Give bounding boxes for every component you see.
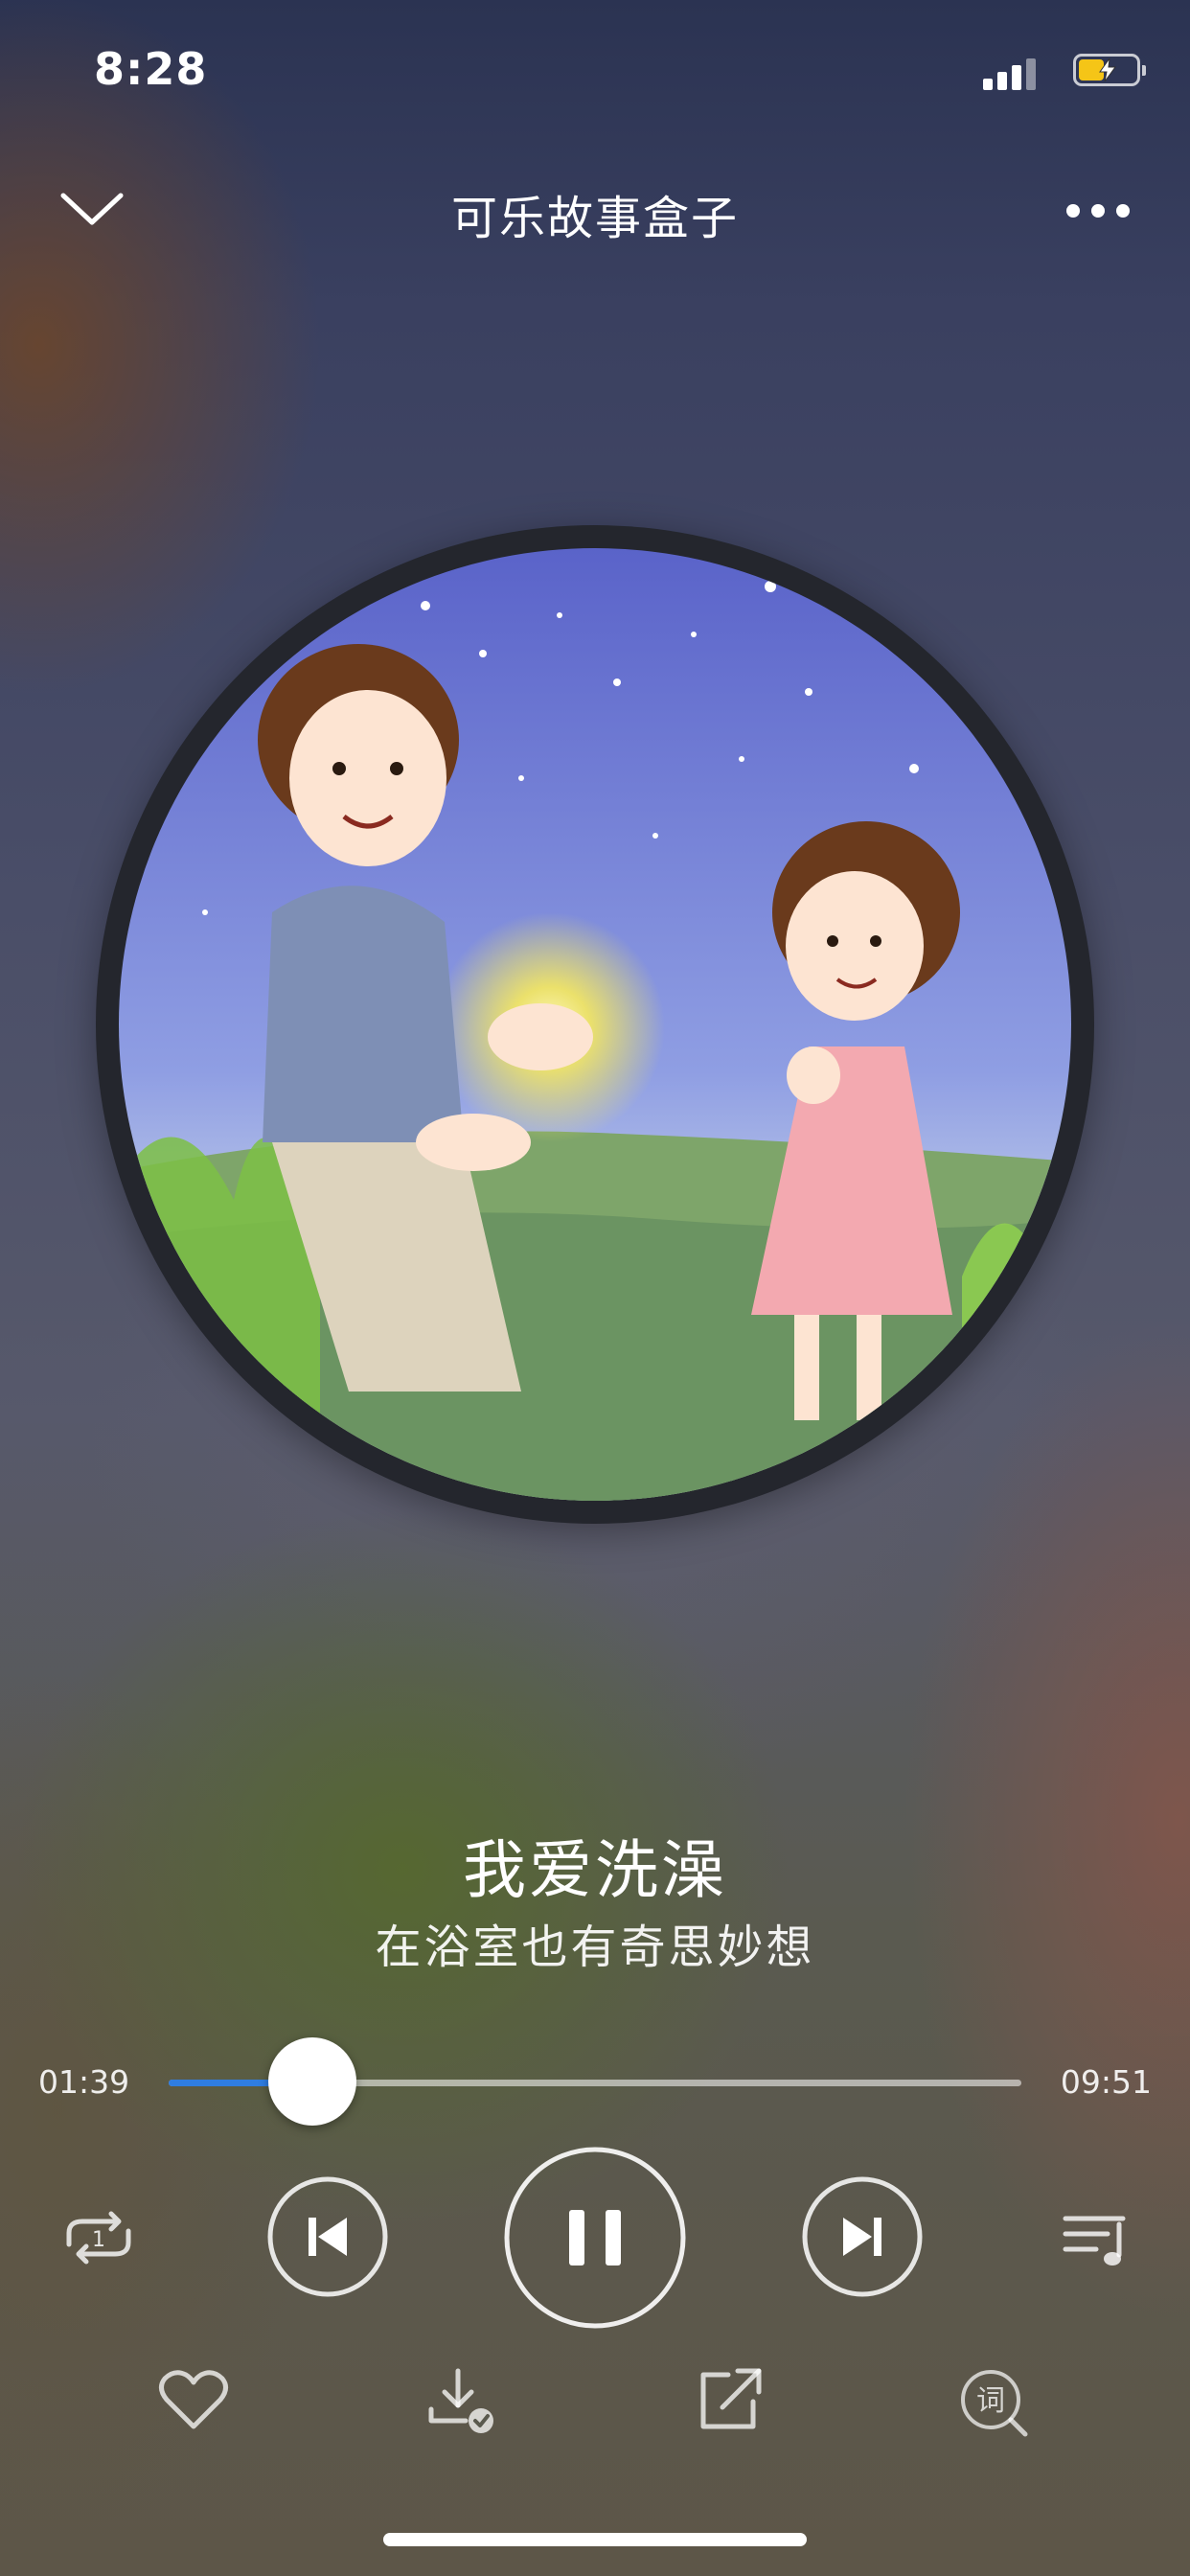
charging-bolt-icon xyxy=(1099,58,1116,81)
download-button[interactable] xyxy=(425,2365,500,2438)
battery-icon xyxy=(1073,54,1146,86)
more-dots-icon xyxy=(1066,204,1130,218)
heart-icon xyxy=(159,2370,228,2429)
next-button[interactable] xyxy=(801,2175,924,2298)
lyrics-search-icon: 词 xyxy=(961,2370,1028,2437)
skip-previous-icon xyxy=(267,2176,388,2297)
share-button[interactable] xyxy=(694,2367,767,2434)
status-time: 8:28 xyxy=(94,43,208,95)
playlist-icon xyxy=(1063,2216,1126,2266)
pause-icon xyxy=(504,2147,686,2329)
favorite-button[interactable] xyxy=(157,2367,230,2434)
signal-icon xyxy=(983,54,1039,90)
progress-thumb[interactable] xyxy=(267,2037,356,2126)
lyrics-glyph: 词 xyxy=(976,2384,1005,2418)
album-artwork xyxy=(119,548,1071,1501)
page-title: 可乐故事盒子 xyxy=(450,192,739,245)
previous-button[interactable] xyxy=(266,2175,389,2298)
pause-button[interactable] xyxy=(502,2145,688,2331)
skip-next-icon xyxy=(802,2176,923,2297)
repeat-badge: 1 xyxy=(92,2228,105,2252)
download-done-icon xyxy=(428,2368,493,2433)
lyrics-button[interactable]: 词 xyxy=(956,2367,1033,2440)
share-external-icon xyxy=(700,2368,762,2429)
home-indicator xyxy=(383,2533,807,2546)
repeat-one-icon: 1 xyxy=(66,2211,131,2265)
elapsed-time: 01:39 xyxy=(38,2063,130,2101)
playlist-button[interactable] xyxy=(1060,2209,1133,2270)
total-time: 09:51 xyxy=(1060,2063,1152,2101)
song-title: 我爱洗澡 xyxy=(463,1833,727,1907)
more-options-button[interactable] xyxy=(1060,196,1136,225)
repeat-one-button[interactable]: 1 xyxy=(56,2204,142,2271)
song-subtitle: 在浴室也有奇思妙想 xyxy=(375,1920,815,1974)
